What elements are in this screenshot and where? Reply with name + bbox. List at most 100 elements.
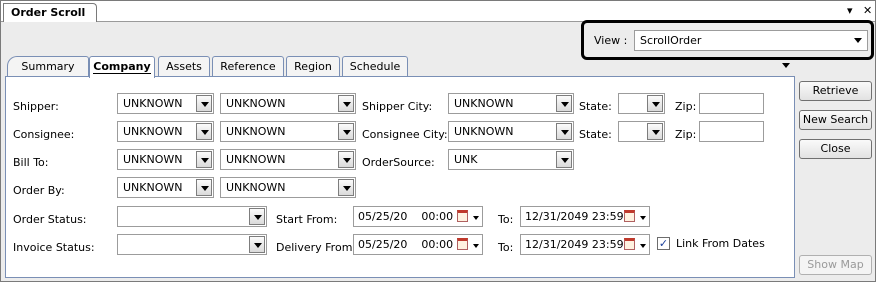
chevron-down-icon[interactable] — [249, 236, 265, 253]
consignee-city-value: UNKNOWN — [454, 125, 514, 138]
start-to-value: 12/31/2049 23:59 — [525, 210, 624, 223]
order-source-value: UNK — [454, 153, 478, 166]
consignee-state-label: State: — [579, 128, 612, 141]
order-by-id-select[interactable]: UNKNOWN — [117, 177, 214, 198]
chevron-down-icon[interactable] — [249, 208, 265, 225]
shipper-state-select[interactable] — [618, 93, 665, 114]
shipper-id-select[interactable]: UNKNOWN — [117, 93, 214, 114]
consignee-id-value: UNKNOWN — [123, 125, 183, 138]
delivery-from-value: 05/25/20 00:00 — [358, 238, 454, 251]
chevron-down-icon[interactable] — [338, 95, 354, 112]
tab-company-label: Company — [93, 60, 151, 74]
chevron-down-icon[interactable] — [556, 123, 572, 140]
tab-schedule-label: Schedule — [349, 60, 401, 73]
shipper-name-select[interactable]: UNKNOWN — [220, 93, 356, 114]
order-status-select[interactable] — [117, 206, 267, 227]
consignee-city-label: Consignee City: — [362, 128, 448, 141]
order-by-label: Order By: — [13, 184, 65, 197]
consignee-state-select[interactable] — [618, 121, 665, 142]
start-from-date[interactable]: 05/25/20 00:00 — [353, 206, 483, 227]
invoice-status-label: Invoice Status: — [13, 241, 95, 254]
window-title: Order Scroll — [3, 3, 97, 22]
bill-to-id-select[interactable]: UNKNOWN — [117, 149, 214, 170]
shipper-id-value: UNKNOWN — [123, 97, 183, 110]
chevron-down-icon[interactable] — [556, 151, 572, 168]
consignee-label: Consignee: — [13, 128, 75, 141]
chevron-down-icon[interactable] — [640, 216, 646, 220]
view-label: View : — [594, 34, 628, 47]
shipper-zip-input[interactable] — [699, 93, 764, 114]
tab-reference[interactable]: Reference — [212, 56, 284, 77]
calendar-icon[interactable] — [624, 210, 635, 222]
link-from-dates-checkbox[interactable]: ✓ — [657, 237, 670, 250]
view-select[interactable]: ScrollOrder — [634, 30, 868, 51]
consignee-zip-label: Zip: — [675, 128, 697, 141]
tab-summary[interactable]: Summary — [7, 56, 89, 77]
retrieve-button[interactable]: Retrieve — [799, 81, 872, 101]
link-from-dates-label: Link From Dates — [676, 237, 765, 250]
bill-to-id-value: UNKNOWN — [123, 153, 183, 166]
calendar-icon[interactable] — [457, 210, 468, 222]
delivery-to-date[interactable]: 12/31/2049 23:59 — [520, 234, 650, 255]
tab-region-label: Region — [294, 60, 332, 73]
tab-assets[interactable]: Assets — [158, 56, 210, 77]
chevron-down-icon[interactable] — [473, 216, 479, 220]
chevron-down-icon[interactable] — [338, 179, 354, 196]
chevron-down-icon[interactable] — [647, 123, 663, 140]
title-bar: Order Scroll ▾ ✕ — [1, 1, 875, 22]
calendar-icon[interactable] — [457, 238, 468, 250]
calendar-icon[interactable] — [624, 238, 635, 250]
consignee-city-select[interactable]: UNKNOWN — [448, 121, 574, 142]
invoice-status-select[interactable] — [117, 234, 267, 255]
chevron-down-icon[interactable] — [473, 244, 479, 248]
close-icon[interactable]: ✕ — [863, 4, 872, 17]
chevron-down-icon[interactable] — [338, 151, 354, 168]
close-button[interactable]: Close — [799, 139, 872, 159]
show-map-button[interactable]: Show Map — [799, 255, 872, 275]
view-select-value: ScrollOrder — [640, 34, 702, 47]
start-to-label: To: — [498, 213, 514, 226]
order-by-id-value: UNKNOWN — [123, 181, 183, 194]
tab-summary-label: Summary — [21, 60, 75, 73]
tab-schedule[interactable]: Schedule — [342, 56, 408, 77]
consignee-id-select[interactable]: UNKNOWN — [117, 121, 214, 142]
tab-overflow-icon[interactable] — [782, 63, 790, 68]
chevron-down-icon[interactable] — [196, 123, 212, 140]
chevron-down-icon[interactable] — [850, 32, 866, 49]
chevron-down-icon[interactable] — [556, 95, 572, 112]
delivery-to-label: To: — [498, 241, 514, 254]
pin-dropdown-icon[interactable]: ▾ — [847, 4, 853, 17]
chevron-down-icon[interactable] — [647, 95, 663, 112]
chevron-down-icon[interactable] — [640, 244, 646, 248]
start-to-date[interactable]: 12/31/2049 23:59 — [520, 206, 650, 227]
shipper-city-label: Shipper City: — [362, 100, 433, 113]
order-source-select[interactable]: UNK — [448, 149, 574, 170]
order-by-name-value: UNKNOWN — [226, 181, 286, 194]
chevron-down-icon[interactable] — [338, 123, 354, 140]
bill-to-name-value: UNKNOWN — [226, 153, 286, 166]
bill-to-label: Bill To: — [13, 156, 49, 169]
shipper-state-label: State: — [579, 100, 612, 113]
consignee-zip-input[interactable] — [699, 121, 764, 142]
order-by-name-select[interactable]: UNKNOWN — [220, 177, 356, 198]
shipper-name-value: UNKNOWN — [226, 97, 286, 110]
start-from-value: 05/25/20 00:00 — [358, 210, 454, 223]
delivery-to-value: 12/31/2049 23:59 — [525, 238, 624, 251]
shipper-city-value: UNKNOWN — [454, 97, 514, 110]
chevron-down-icon[interactable] — [196, 95, 212, 112]
shipper-label: Shipper: — [13, 100, 59, 113]
chevron-down-icon[interactable] — [196, 179, 212, 196]
shipper-city-select[interactable]: UNKNOWN — [448, 93, 574, 114]
consignee-name-value: UNKNOWN — [226, 125, 286, 138]
delivery-from-date[interactable]: 05/25/20 00:00 — [353, 234, 483, 255]
tab-company[interactable]: Company — [89, 56, 155, 78]
new-search-button[interactable]: New Search — [799, 110, 872, 130]
order-scroll-window: Order Scroll ▾ ✕ View : ScrollOrder Summ… — [0, 0, 876, 282]
bill-to-name-select[interactable]: UNKNOWN — [220, 149, 356, 170]
consignee-name-select[interactable]: UNKNOWN — [220, 121, 356, 142]
shipper-zip-label: Zip: — [675, 100, 697, 113]
tab-region[interactable]: Region — [286, 56, 340, 77]
chevron-down-icon[interactable] — [196, 151, 212, 168]
start-from-label: Start From: — [276, 213, 338, 226]
order-source-label: OrderSource: — [362, 156, 435, 169]
